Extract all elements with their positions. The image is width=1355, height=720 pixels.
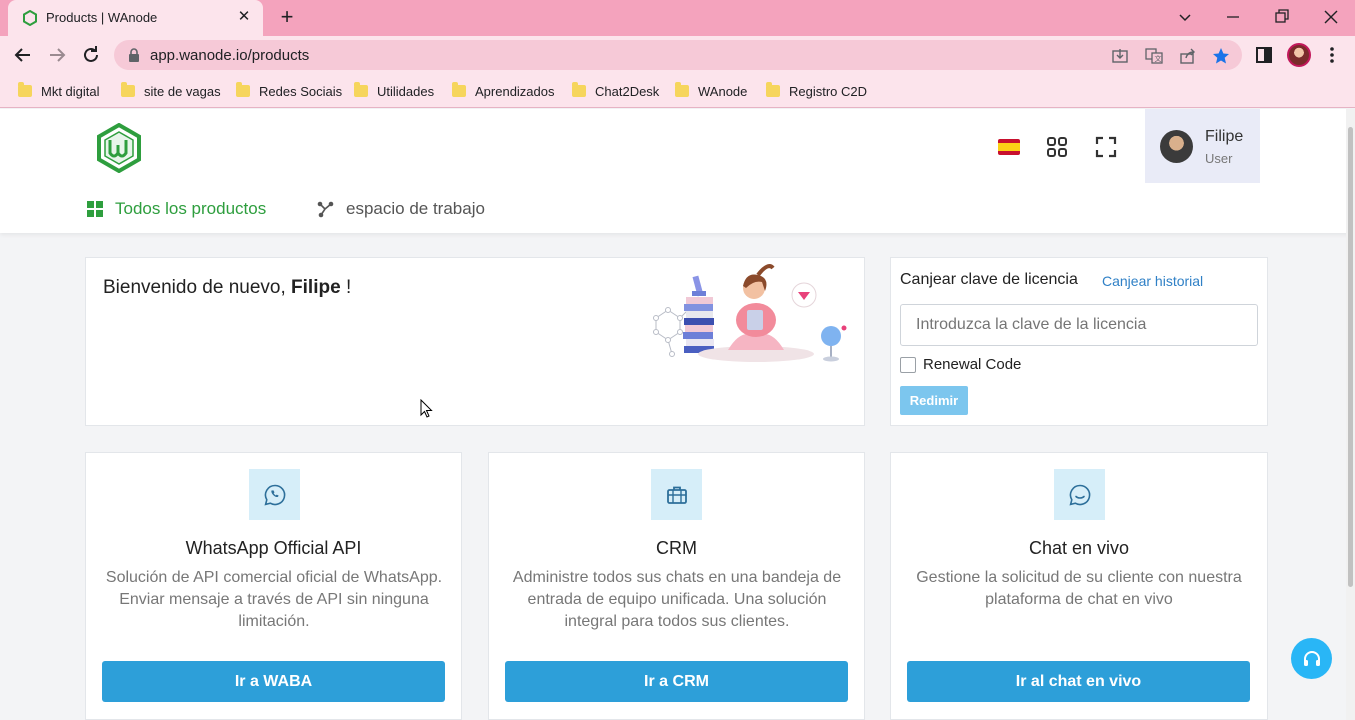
redeem-button[interactable]: Redimir [900,386,968,415]
briefcase-icon [666,486,687,504]
product-description: Solución de API comercial oficial de Wha… [105,569,443,630]
minimize-icon[interactable] [1222,6,1244,28]
spain-flag-icon[interactable] [997,135,1021,159]
bookmark-folder[interactable]: Utilidades [354,81,434,101]
bookmarks-bar: Mkt digital site de vagas Redes Sociais … [0,74,1355,108]
folder-icon [766,82,780,97]
browser-profile-avatar[interactable] [1287,43,1311,67]
svg-text:文: 文 [1155,54,1162,63]
whatsapp-icon [263,484,285,506]
translate-icon[interactable]: 文 [1144,46,1164,66]
install-app-icon[interactable] [1110,46,1130,66]
license-card: Canjear clave de licencia Canjear histor… [890,257,1268,426]
user-menu[interactable]: Filipe User [1145,109,1260,183]
close-window-icon[interactable] [1320,6,1342,28]
share-icon[interactable] [1178,46,1198,66]
app-header: Filipe User Todos los productos espacio … [0,109,1355,233]
redeem-history-link[interactable]: Canjear historial [1102,273,1203,289]
product-card-waba: WhatsApp Official API Solución de API co… [85,452,462,720]
tab-title: Products | WAnode [46,10,158,25]
bookmark-folder[interactable]: Aprendizados [452,81,555,101]
browser-tab[interactable]: Products | WAnode ✕ [8,0,263,36]
license-key-input[interactable] [900,304,1258,346]
user-role: User [1205,151,1233,166]
product-card-crm: CRM Administre todos sus chats en una ba… [488,452,865,720]
go-to-waba-button[interactable]: Ir a WABA [102,661,445,702]
product-card-live-chat: Chat en vivo Gestione la solicitud de su… [890,452,1268,720]
page-content: Filipe User Todos los productos espacio … [0,109,1355,720]
product-description: Gestione la solicitud de su cliente con … [916,569,1242,608]
lock-icon[interactable] [128,48,140,62]
product-icon-box [651,469,702,520]
browser-toolbar: app.wanode.io/products 文 [0,36,1355,74]
license-title: Canjear clave de licencia [900,271,1078,288]
nav-all-products[interactable]: Todos los productos [87,197,266,221]
bookmark-folder[interactable]: site de vagas [121,81,221,101]
headset-icon [1303,650,1320,666]
wanode-logo-icon[interactable] [96,123,142,173]
back-icon[interactable] [11,43,35,67]
url-text[interactable]: app.wanode.io/products [150,47,309,64]
welcome-user-name: Filipe [291,277,341,298]
mouse-cursor-icon [420,399,433,418]
new-tab-icon[interactable]: + [276,6,298,28]
address-bar[interactable]: app.wanode.io/products 文 [114,40,1242,70]
product-icon-box [249,469,300,520]
product-title: Chat en vivo [1028,538,1130,558]
menu-kebab-icon[interactable] [1321,44,1343,66]
workspace-nodes-icon [317,201,334,217]
folder-icon [354,82,368,97]
welcome-heading: Bienvenido de nuevo, Filipe ! [103,277,352,298]
avatar [1160,130,1193,163]
folder-icon [675,82,689,97]
bookmark-star-icon[interactable] [1211,46,1231,66]
product-title: WhatsApp Official API [185,538,362,558]
browser-tabstrip: Products | WAnode ✕ + [0,0,1355,36]
folder-icon [18,82,32,97]
welcome-card: Bienvenido de nuevo, Filipe ! [85,257,865,426]
go-to-live-chat-button[interactable]: Ir al chat en vivo [907,661,1250,702]
bookmark-folder[interactable]: Registro C2D [766,81,867,101]
tab-search-chevron-icon[interactable] [1174,6,1196,28]
nav-workspace[interactable]: espacio de trabajo [317,197,485,221]
chat-icon [1068,484,1090,506]
support-chat-button[interactable] [1291,638,1332,679]
bookmark-folder[interactable]: Chat2Desk [572,81,659,101]
restore-icon[interactable] [1271,6,1293,28]
bookmark-folder[interactable]: Redes Sociais [236,81,342,101]
bookmark-folder[interactable]: Mkt digital [18,81,100,101]
welcome-illustration [653,264,847,362]
page-scrollbar[interactable] [1346,109,1355,720]
product-title: CRM [656,538,697,558]
folder-icon [121,82,135,97]
bookmark-folder[interactable]: WAnode [675,81,747,101]
fullscreen-icon[interactable] [1094,135,1118,159]
product-description: Administre todos sus chats en una bandej… [512,569,842,630]
scrollbar-thumb[interactable] [1348,127,1353,587]
apps-grid-icon[interactable] [1045,135,1069,159]
product-icon-box [1054,469,1105,520]
side-panel-icon[interactable] [1253,44,1275,66]
go-to-crm-button[interactable]: Ir a CRM [505,661,848,702]
dashboard-icon [87,201,103,217]
reload-icon[interactable] [79,43,103,67]
folder-icon [452,82,466,97]
renewal-code-checkbox[interactable] [900,357,916,373]
forward-icon[interactable] [45,43,69,67]
renewal-code-label: Renewal Code [923,356,1022,373]
close-tab-icon[interactable]: ✕ [235,8,253,26]
wanode-favicon-icon [23,10,37,26]
folder-icon [572,82,586,97]
user-name: Filipe [1205,128,1244,145]
folder-icon [236,82,250,97]
